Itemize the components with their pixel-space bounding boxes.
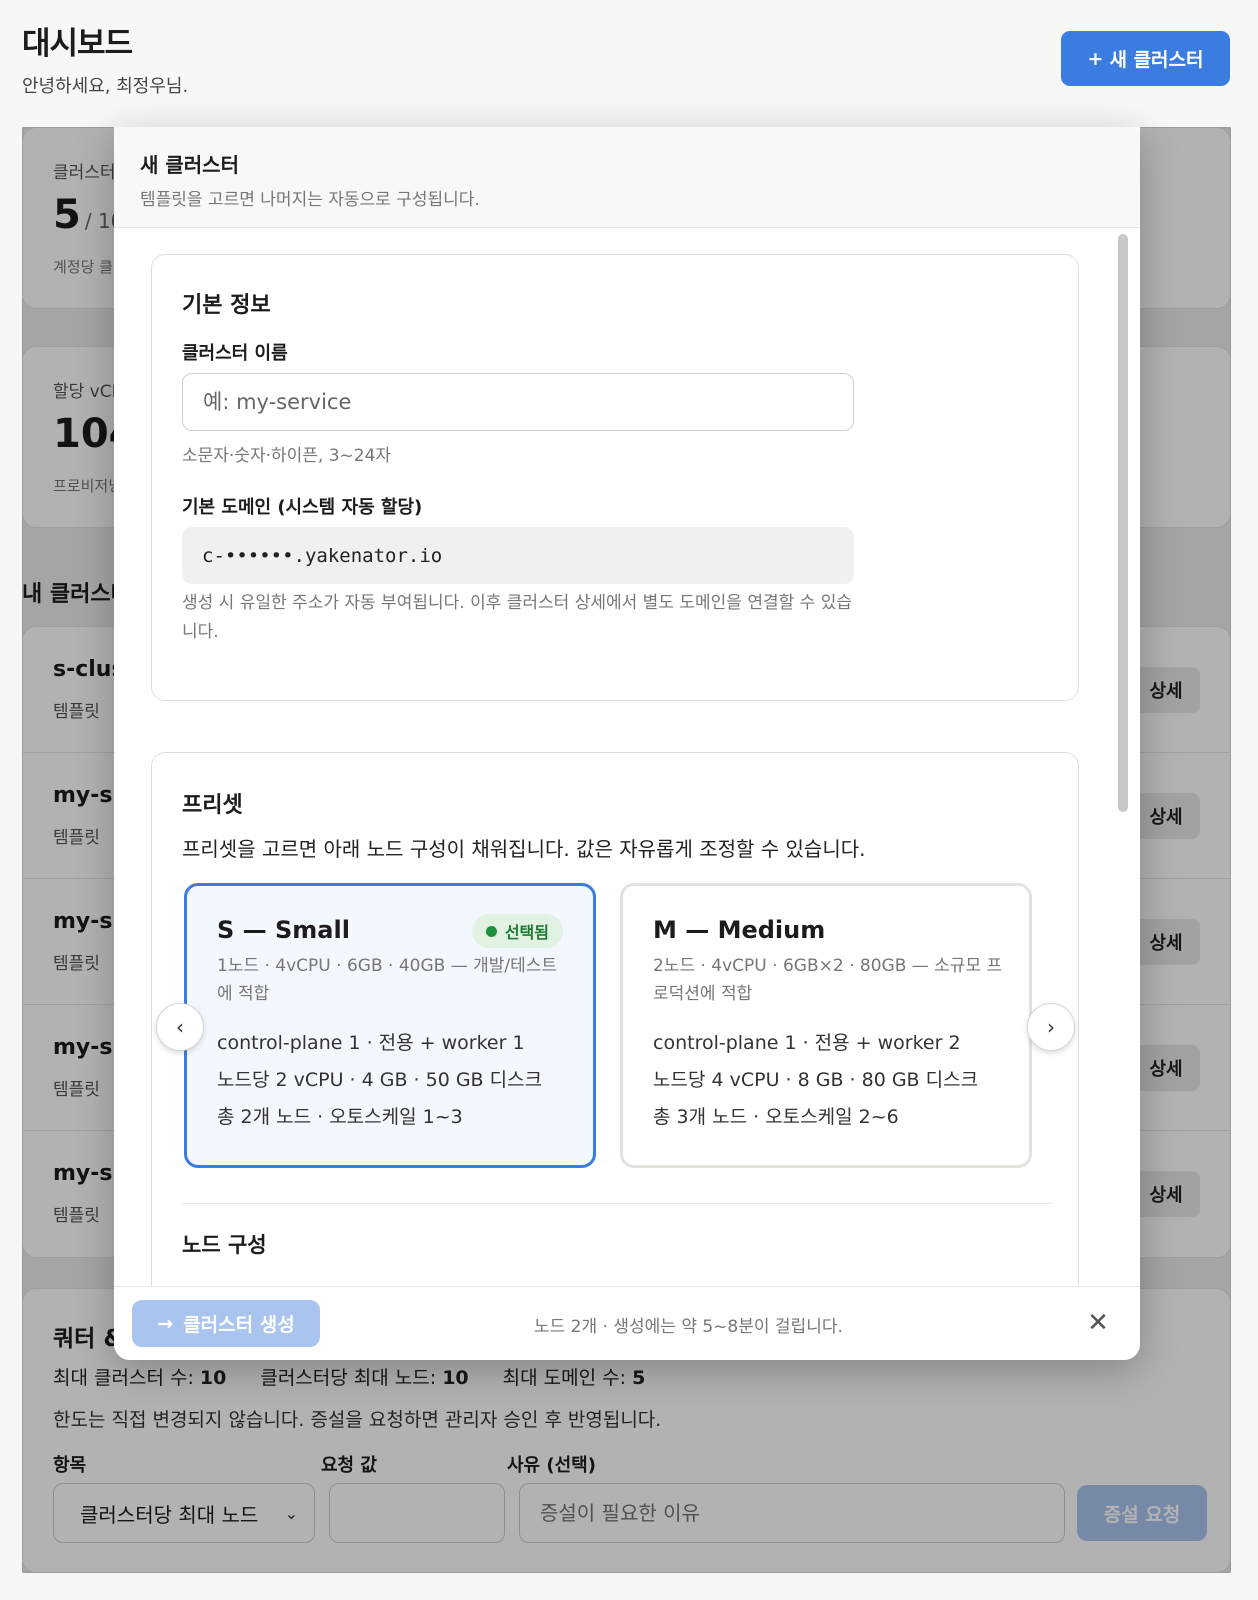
domain-label: 기본 도메인 (시스템 자동 할당) — [182, 497, 423, 518]
preset-line: 총 3개 노드 · 오토스케일 2~6 — [653, 1106, 899, 1128]
cluster-name-hint: 소문자·숫자·하이픈, 3~24자 — [182, 446, 392, 466]
close-icon[interactable]: ✕ — [1082, 1307, 1114, 1339]
node-config-title: 노드 구성 — [182, 1233, 267, 1257]
modal-header: 새 클러스터 템플릿을 고르면 나머지는 자동으로 구성됩니다. — [114, 127, 1140, 228]
domain-value: c-••••••.yakenator.io — [182, 527, 854, 584]
preset-line: 총 2개 노드 · 오토스케일 1~3 — [217, 1106, 463, 1128]
divider — [182, 1203, 1052, 1204]
page-title: 대시보드 — [22, 26, 133, 62]
modal-footer: → 클러스터 생성 노드 2개 · 생성에는 약 5~8분이 걸립니다. ✕ — [114, 1286, 1140, 1360]
modal-subtitle: 템플릿을 고르면 나머지는 자동으로 구성됩니다. — [140, 190, 480, 210]
modal-title: 새 클러스터 — [140, 153, 239, 177]
create-cluster-button[interactable]: → 클러스터 생성 — [132, 1300, 320, 1347]
preset-line: 노드당 2 vCPU · 4 GB · 50 GB 디스크 — [217, 1069, 543, 1091]
preset-option-medium[interactable]: M — Medium 2노드 · 4vCPU · 6GB×2 · 80GB — … — [620, 883, 1032, 1168]
preset-option-small[interactable]: S — Small 선택됨 1노드 · 4vCPU · 6GB · 40GB —… — [184, 883, 596, 1168]
plus-icon: + — [1087, 47, 1104, 70]
carousel-next-button[interactable]: › — [1027, 1003, 1075, 1051]
status-dot-icon — [485, 925, 497, 937]
preset-line: control-plane 1 · 전용 + worker 1 — [217, 1032, 525, 1054]
arrow-right-icon: → — [157, 1312, 174, 1335]
basic-info-card: 기본 정보 클러스터 이름 소문자·숫자·하이픈, 3~24자 기본 도메인 (… — [151, 254, 1079, 701]
preset-line: 노드당 4 vCPU · 8 GB · 80 GB 디스크 — [653, 1069, 979, 1091]
preset-name: M — Medium — [653, 916, 826, 944]
greeting: 안녕하세요, 최정우님. — [22, 76, 189, 97]
modal-body: 기본 정보 클러스터 이름 소문자·숫자·하이픈, 3~24자 기본 도메인 (… — [114, 228, 1140, 1286]
cluster-name-input[interactable] — [182, 373, 854, 431]
preset-card: 프리셋 프리셋을 고르면 아래 노드 구성이 채워집니다. 값은 자유롭게 조정… — [151, 752, 1079, 1286]
new-cluster-button[interactable]: + 새 클러스터 — [1061, 31, 1230, 86]
domain-desc: 생성 시 유일한 주소가 자동 부여됩니다. 이후 클러스터 상세에서 별도 도… — [182, 593, 852, 642]
preset-desc: 프리셋을 고르면 아래 노드 구성이 채워집니다. 값은 자유롭게 조정할 수 … — [182, 837, 866, 861]
cluster-name-label: 클러스터 이름 — [182, 343, 288, 364]
new-cluster-label: 새 클러스터 — [1109, 49, 1204, 71]
preset-name: S — Small — [217, 916, 350, 944]
preset-desc: 1노드 · 4vCPU · 6GB · 40GB — 개발/테스트에 적합 — [217, 956, 558, 1004]
create-cluster-label: 클러스터 생성 — [183, 1314, 295, 1336]
preset-desc: 2노드 · 4vCPU · 6GB×2 · 80GB — 소규모 프로덕션에 적… — [653, 956, 1003, 1004]
preset-line: control-plane 1 · 전용 + worker 2 — [653, 1032, 961, 1054]
carousel-prev-button[interactable]: ‹ — [156, 1003, 204, 1051]
basic-info-title: 기본 정보 — [182, 293, 271, 318]
scrollbar-thumb[interactable] — [1118, 234, 1128, 812]
footer-info: 노드 2개 · 생성에는 약 5~8분이 걸립니다. — [534, 1317, 843, 1337]
selected-badge: 선택됨 — [471, 914, 563, 948]
new-cluster-modal: 새 클러스터 템플릿을 고르면 나머지는 자동으로 구성됩니다. 기본 정보 클… — [114, 127, 1140, 1360]
preset-title: 프리셋 — [182, 793, 243, 818]
